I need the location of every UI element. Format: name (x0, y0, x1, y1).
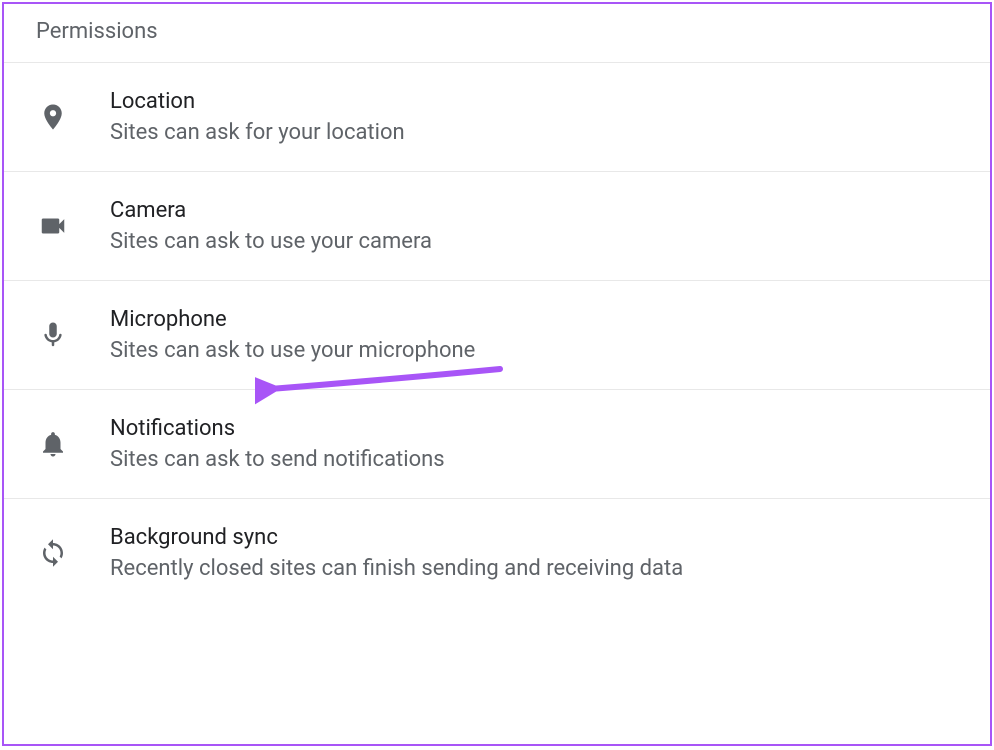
location-icon (36, 100, 70, 134)
permissions-panel: Permissions Location Sites can ask for y… (2, 2, 992, 746)
permission-title: Background sync (110, 525, 683, 550)
notifications-icon (36, 427, 70, 461)
permission-text: Microphone Sites can ask to use your mic… (110, 307, 475, 363)
permission-title: Microphone (110, 307, 475, 332)
sync-icon (36, 536, 70, 570)
permission-title: Notifications (110, 416, 445, 441)
permission-title: Camera (110, 198, 432, 223)
permission-subtitle: Sites can ask to send notifications (110, 447, 445, 472)
permission-text: Location Sites can ask for your location (110, 89, 405, 145)
permission-subtitle: Sites can ask to use your microphone (110, 338, 475, 363)
permission-title: Location (110, 89, 405, 114)
permission-subtitle: Recently closed sites can finish sending… (110, 556, 683, 581)
permission-item-microphone[interactable]: Microphone Sites can ask to use your mic… (4, 280, 990, 389)
permission-text: Notifications Sites can ask to send noti… (110, 416, 445, 472)
permission-subtitle: Sites can ask to use your camera (110, 229, 432, 254)
section-header: Permissions (4, 4, 990, 62)
permission-text: Camera Sites can ask to use your camera (110, 198, 432, 254)
permission-item-camera[interactable]: Camera Sites can ask to use your camera (4, 171, 990, 280)
camera-icon (36, 209, 70, 243)
microphone-icon (36, 318, 70, 352)
permission-text: Background sync Recently closed sites ca… (110, 525, 683, 581)
permission-item-notifications[interactable]: Notifications Sites can ask to send noti… (4, 389, 990, 498)
permission-subtitle: Sites can ask for your location (110, 120, 405, 145)
permission-item-background-sync[interactable]: Background sync Recently closed sites ca… (4, 498, 990, 607)
permission-item-location[interactable]: Location Sites can ask for your location (4, 62, 990, 171)
